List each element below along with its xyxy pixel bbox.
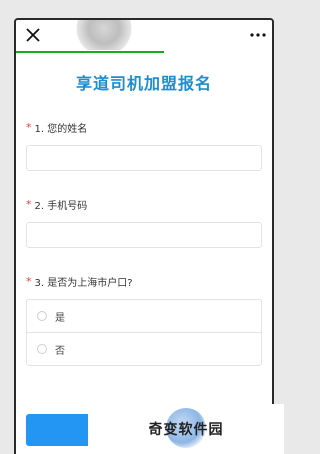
required-mark: * <box>26 275 32 288</box>
required-mark: * <box>26 198 32 211</box>
name-input[interactable] <box>26 145 262 171</box>
form-title: 享道司机加盟报名 <box>75 74 212 93</box>
question-label: 3. 是否为上海市户口? <box>34 278 133 289</box>
option-label: 否 <box>55 345 65 357</box>
close-icon[interactable] <box>22 24 44 46</box>
phone-frame: 享道司机加盟报名 * 1. 您的姓名 * 2. 手机号码 * 3. 是否为上海市… <box>14 18 274 454</box>
option-yes[interactable]: 是 <box>27 300 261 332</box>
hukou-options: 是 否 <box>26 299 262 366</box>
camera-notch <box>72 20 136 50</box>
phone-input[interactable] <box>26 222 262 248</box>
question-phone: * 2. 手机号码 <box>26 197 262 212</box>
form-content: 享道司机加盟报名 * 1. 您的姓名 * 2. 手机号码 * 3. 是否为上海市… <box>16 54 272 454</box>
watermark: 奇变软件园 <box>88 404 284 454</box>
webview-top-bar <box>16 20 272 53</box>
page-load-progress-fill <box>16 51 165 53</box>
option-label: 是 <box>55 312 65 324</box>
radio-icon[interactable] <box>37 344 47 354</box>
more-dots-icon[interactable] <box>248 26 268 44</box>
question-hukou: * 3. 是否为上海市户口? <box>26 274 262 289</box>
question-label: 2. 手机号码 <box>34 201 88 212</box>
radio-icon[interactable] <box>37 311 47 321</box>
page-load-progress <box>16 51 272 53</box>
question-label: 1. 您的姓名 <box>34 124 88 135</box>
watermark-text: 奇变软件园 <box>148 422 224 438</box>
question-name: * 1. 您的姓名 <box>26 120 262 135</box>
option-no[interactable]: 否 <box>27 332 261 365</box>
required-mark: * <box>26 121 32 134</box>
